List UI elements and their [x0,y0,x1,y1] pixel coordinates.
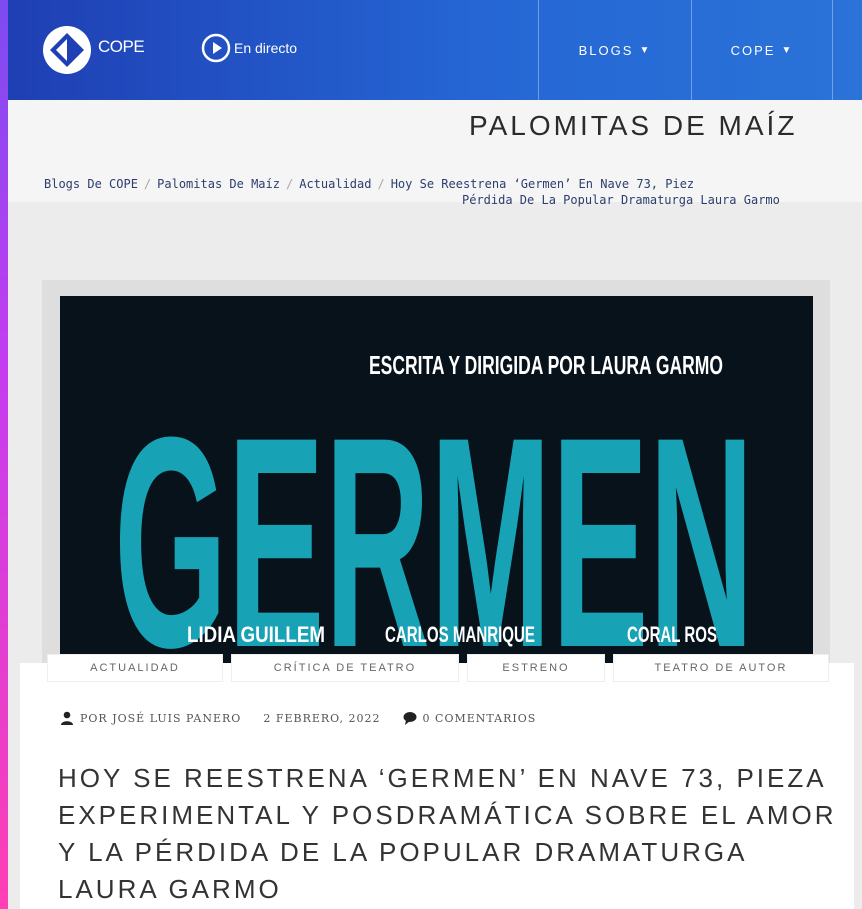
article-meta: POR JOSÉ LUIS PANERO 2 FEBRERO, 2022 0 C… [60,711,536,725]
browser-viewport: COPE En directo BLOGS ▼ COPE ▼ PALOMITAS… [8,0,862,909]
play-circle-icon [201,33,231,63]
article-comments[interactable]: 0 COMENTARIOS [423,712,537,725]
live-link[interactable]: En directo [201,33,297,63]
category-estreno[interactable]: ESTRENO [468,655,604,681]
nav-cope-label: COPE [730,42,776,58]
chevron-down-icon: ▼ [639,44,652,56]
breadcrumb-blogs[interactable]: Blogs De COPE [44,177,138,191]
article-author[interactable]: POR JOSÉ LUIS PANERO [80,712,241,725]
logo-text: COPE [98,37,145,56]
chevron-down-icon: ▼ [781,44,794,56]
live-label: En directo [234,40,298,56]
category-teatro-autor[interactable]: TEATRO DE AUTOR [614,655,828,681]
breadcrumb-palomitas[interactable]: Palomitas De Maíz [157,177,280,191]
cope-logo[interactable]: COPE [42,25,145,75]
comment-icon [403,712,417,725]
nav-blogs[interactable]: BLOGS ▼ [538,0,691,100]
poster-cast-1: LIDIA GUILLEM [187,622,325,647]
cope-logo-icon [43,26,91,74]
breadcrumb-current: Hoy Se Reestrena ‘Germen’ En Nave 73, Pi… [390,177,695,191]
nav-cope[interactable]: COPE ▼ [691,0,833,100]
user-icon [61,711,73,725]
poster-cast-3: CORAL ROS [627,622,717,647]
category-actualidad[interactable]: ACTUALIDAD [48,655,222,681]
category-critica-teatro[interactable]: CRÍTICA DE TEATRO [232,655,458,681]
breadcrumb-actualidad[interactable]: Actualidad [299,177,371,191]
breadcrumb-current-cont: Pérdida De La Popular Dramaturga Laura G… [462,193,780,207]
breadcrumb: Blogs De COPE / Palomitas De Maíz / Actualid… [8,160,862,207]
poster-tagline: ESCRITA Y DIRIGIDA POR LAURA GARMO [369,350,723,380]
main-nav: BLOGS ▼ COPE ▼ [538,0,833,100]
germen-poster: GERMEN ESCRITA Y DIRIGIDA POR LAURA GARM… [60,296,813,668]
category-tags: ACTUALIDAD CRÍTICA DE TEATRO ESTRENO TEA… [48,655,838,681]
featured-image[interactable]: GERMEN ESCRITA Y DIRIGIDA POR LAURA GARM… [60,296,813,668]
blog-title-bar: PALOMITAS DE MAÍZ [8,100,862,160]
blog-title[interactable]: PALOMITAS DE MAÍZ [469,110,797,142]
article-headline: Hoy se reestrena ‘Germen’ en Nave 73, pi… [58,763,837,904]
article-date: 2 FEBRERO, 2022 [263,711,381,725]
nav-blogs-label: BLOGS [578,42,634,58]
site-header: COPE En directo BLOGS ▼ COPE ▼ [8,0,862,100]
poster-cast-2: CARLOS MANRIQUE [385,622,535,647]
